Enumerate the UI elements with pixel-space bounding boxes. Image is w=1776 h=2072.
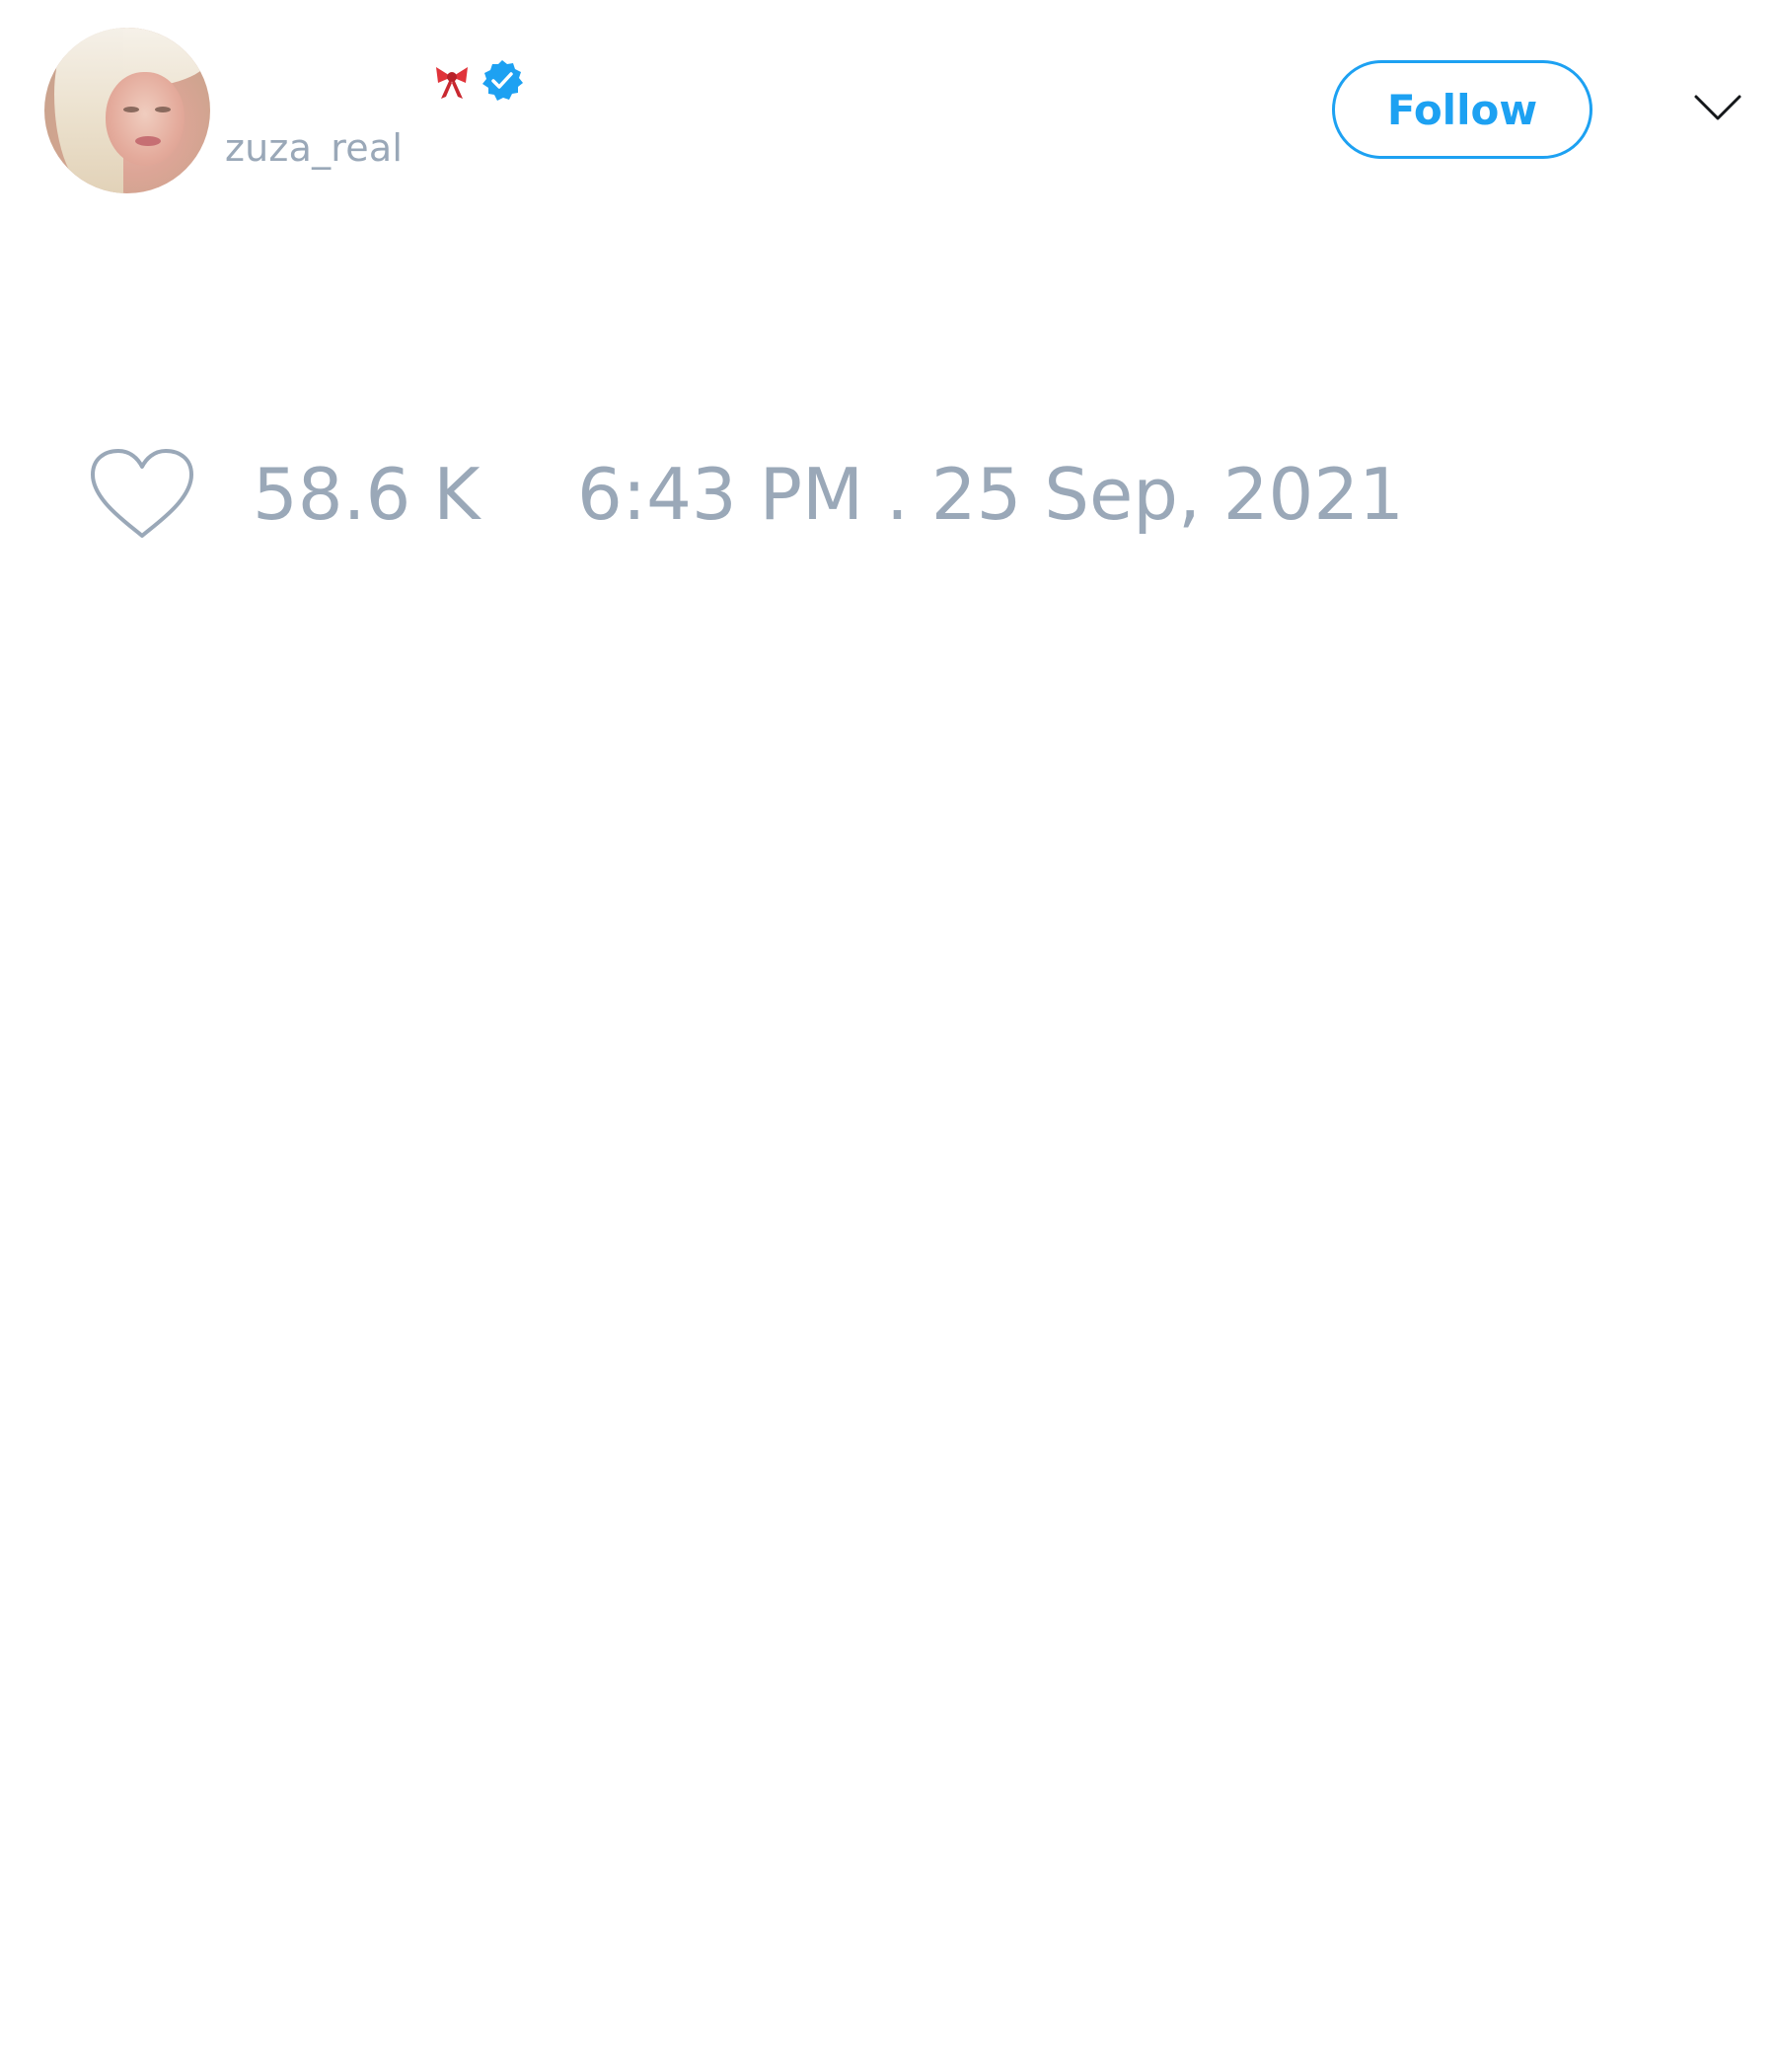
like-count: 58.6 K [253,453,481,536]
chevron-down-icon[interactable] [1693,91,1742,124]
display-name-row[interactable] [424,57,525,105]
heart-icon[interactable] [89,447,195,542]
follow-button[interactable]: Follow [1332,60,1592,159]
verified-badge-icon [480,58,525,104]
avatar[interactable] [44,28,210,193]
tweet-timestamp[interactable]: 6:43 PM . 25 Sep, 2021 [577,452,1404,537]
ribbon-bow-icon [432,61,472,101]
user-handle[interactable]: zuza_real [225,126,403,170]
tweet-card: zuza_real Follow 58.6 K 6:43 PM . 25 Sep… [0,0,1776,2072]
